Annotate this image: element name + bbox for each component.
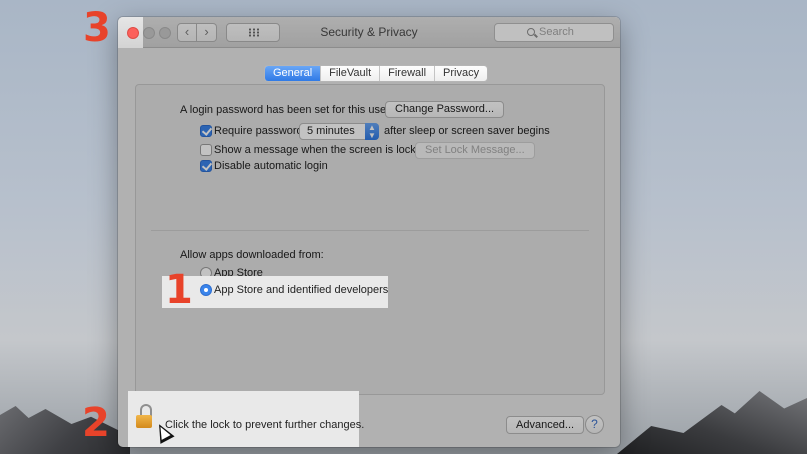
step-marker-1: 1: [165, 267, 193, 313]
require-password-select[interactable]: 5 minutes ▲ ▼: [299, 123, 379, 140]
advanced-button[interactable]: Advanced...: [506, 416, 585, 434]
stepper-arrows-icon: ▲ ▼: [365, 123, 379, 140]
tab-filevault[interactable]: FileVault: [321, 66, 381, 81]
highlight-traffic-lights: [118, 17, 143, 48]
require-password-label: Require password: [214, 125, 303, 137]
require-password-checkbox[interactable]: [200, 125, 212, 137]
step-marker-3: 3: [83, 5, 111, 51]
help-button[interactable]: ?: [585, 415, 604, 434]
lock-text: Click the lock to prevent further change…: [165, 419, 365, 431]
desktop-mountain-right: [617, 391, 807, 454]
tab-general[interactable]: General: [265, 66, 322, 81]
search-field[interactable]: Search: [494, 23, 614, 42]
tab-bar: General FileVault Firewall Privacy: [264, 65, 489, 82]
tab-firewall[interactable]: Firewall: [380, 66, 436, 81]
show-message-label: Show a message when the screen is locked: [214, 144, 429, 156]
search-icon: [527, 28, 535, 36]
lock-icon[interactable]: [136, 415, 152, 428]
require-password-value: 5 minutes: [307, 125, 355, 137]
section-divider: [151, 230, 589, 231]
show-message-checkbox[interactable]: [200, 144, 212, 156]
set-lock-message-button[interactable]: Set Lock Message...: [415, 142, 535, 159]
disable-auto-login-checkbox[interactable]: [200, 160, 212, 172]
after-sleep-text: after sleep or screen saver begins: [384, 125, 550, 137]
step-marker-2: 2: [82, 400, 110, 446]
login-password-text: A login password has been set for this u…: [180, 104, 390, 116]
security-privacy-window: ‹ › Security & Privacy Search General Fi…: [118, 17, 620, 447]
radio-identified-developers[interactable]: [200, 284, 212, 296]
change-password-button[interactable]: Change Password...: [385, 101, 505, 118]
close-button-highlighted[interactable]: [127, 27, 139, 39]
allow-apps-label: Allow apps downloaded from:: [180, 249, 324, 261]
desktop-mountain-left: [0, 406, 130, 454]
disable-auto-login-label: Disable automatic login: [214, 160, 328, 172]
titlebar: ‹ › Security & Privacy Search: [118, 17, 620, 48]
search-placeholder: Search: [539, 26, 574, 38]
tab-privacy[interactable]: Privacy: [435, 66, 487, 81]
identified-developers-label: App Store and identified developers: [214, 284, 389, 296]
